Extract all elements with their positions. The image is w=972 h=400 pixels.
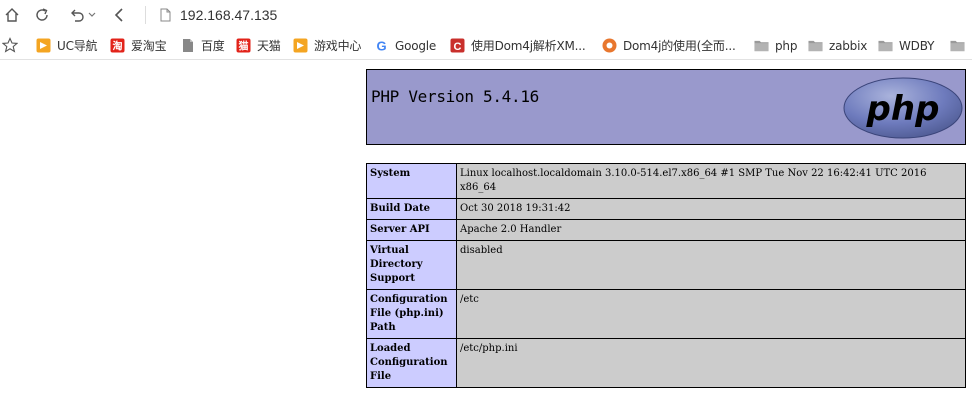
folder-icon (878, 38, 893, 53)
row-key: System (366, 163, 457, 199)
row-value: Apache 2.0 Handler (456, 219, 966, 241)
bookmark-google[interactable]: G Google (374, 37, 436, 54)
bookmark-folder-wdby[interactable]: WDBY (878, 37, 934, 54)
row-value: Oct 30 2018 19:31:42 (456, 198, 966, 220)
page-icon (180, 38, 195, 53)
php-logo[interactable]: php (843, 77, 963, 143)
tmall-icon: 猫 (236, 38, 251, 53)
table-row: Virtual Directory Support disabled (366, 240, 966, 290)
aitaobao-icon: 淘 (110, 38, 125, 53)
table-row: System Linux localhost.localdomain 3.10.… (366, 163, 966, 199)
star-icon[interactable] (0, 35, 20, 55)
bookmark-uc-nav[interactable]: UC导航 (36, 37, 98, 54)
svg-text:淘: 淘 (113, 40, 123, 53)
table-row: Server API Apache 2.0 Handler (366, 219, 966, 241)
back-icon[interactable] (110, 5, 130, 25)
svg-text:C: C (454, 41, 462, 53)
folder-icon (808, 38, 823, 53)
table-row: Loaded Configuration File /etc/php.ini (366, 338, 966, 388)
csdn-icon: C (450, 38, 465, 53)
undo-close-tab-icon[interactable] (68, 5, 88, 25)
bookmark-folder-php[interactable]: php (754, 37, 797, 54)
row-key: Loaded Configuration File (366, 338, 457, 388)
bookmark-dom4j-usage[interactable]: Dom4j的使用(全而... (602, 37, 736, 54)
svg-text:G: G (376, 39, 386, 54)
google-icon: G (374, 38, 389, 54)
page-icon (160, 8, 171, 27)
bookmark-tmall[interactable]: 猫 天猫 (236, 37, 281, 54)
uc-nav-icon (36, 38, 51, 53)
chevron-down-icon[interactable] (86, 5, 98, 25)
row-key: Build Date (366, 198, 457, 220)
row-key: Virtual Directory Support (366, 240, 457, 290)
row-value: Linux localhost.localdomain 3.10.0-514.e… (456, 163, 966, 199)
bookmark-aitaobao[interactable]: 淘 爱淘宝 (110, 37, 167, 54)
folder-icon (950, 38, 965, 53)
phpinfo-table: System Linux localhost.localdomain 3.10.… (366, 163, 966, 388)
refresh-icon[interactable] (32, 5, 52, 25)
folder-icon (754, 38, 769, 53)
svg-text:猫: 猫 (239, 40, 249, 53)
table-row: Configuration File (php.ini) Path /etc (366, 289, 966, 339)
row-value: disabled (456, 240, 966, 290)
browser-toolbar: 192.168.47.135 (0, 0, 972, 30)
blog-icon (602, 38, 617, 53)
row-key: Server API (366, 219, 457, 241)
table-row: Build Date Oct 30 2018 19:31:42 (366, 198, 966, 220)
home-icon[interactable] (2, 5, 22, 25)
url-separator (145, 6, 146, 24)
php-logo-text: php (866, 89, 940, 129)
row-value: /etc (456, 289, 966, 339)
phpinfo-header: PHP Version 5.4.16 php (366, 69, 966, 145)
row-value: /etc/php.ini (456, 338, 966, 388)
game-center-icon (293, 38, 308, 53)
bookmark-baidu[interactable]: 百度 (180, 37, 225, 54)
bookmark-folder-zabbix[interactable]: zabbix (808, 37, 867, 54)
page-title: PHP Version 5.4.16 (371, 87, 539, 106)
bookmarks-bar: UC导航 淘 爱淘宝 百度 猫 天猫 游戏中心 G Google C 使用Dom… (0, 30, 972, 60)
row-key: Configuration File (php.ini) Path (366, 289, 457, 339)
bookmark-game-center[interactable]: 游戏中心 (293, 37, 361, 54)
bookmark-dom4j-xml[interactable]: C 使用Dom4j解析XM... (450, 37, 586, 54)
bookmark-folder-more[interactable] (950, 37, 971, 54)
address-bar-input[interactable]: 192.168.47.135 (180, 7, 277, 23)
